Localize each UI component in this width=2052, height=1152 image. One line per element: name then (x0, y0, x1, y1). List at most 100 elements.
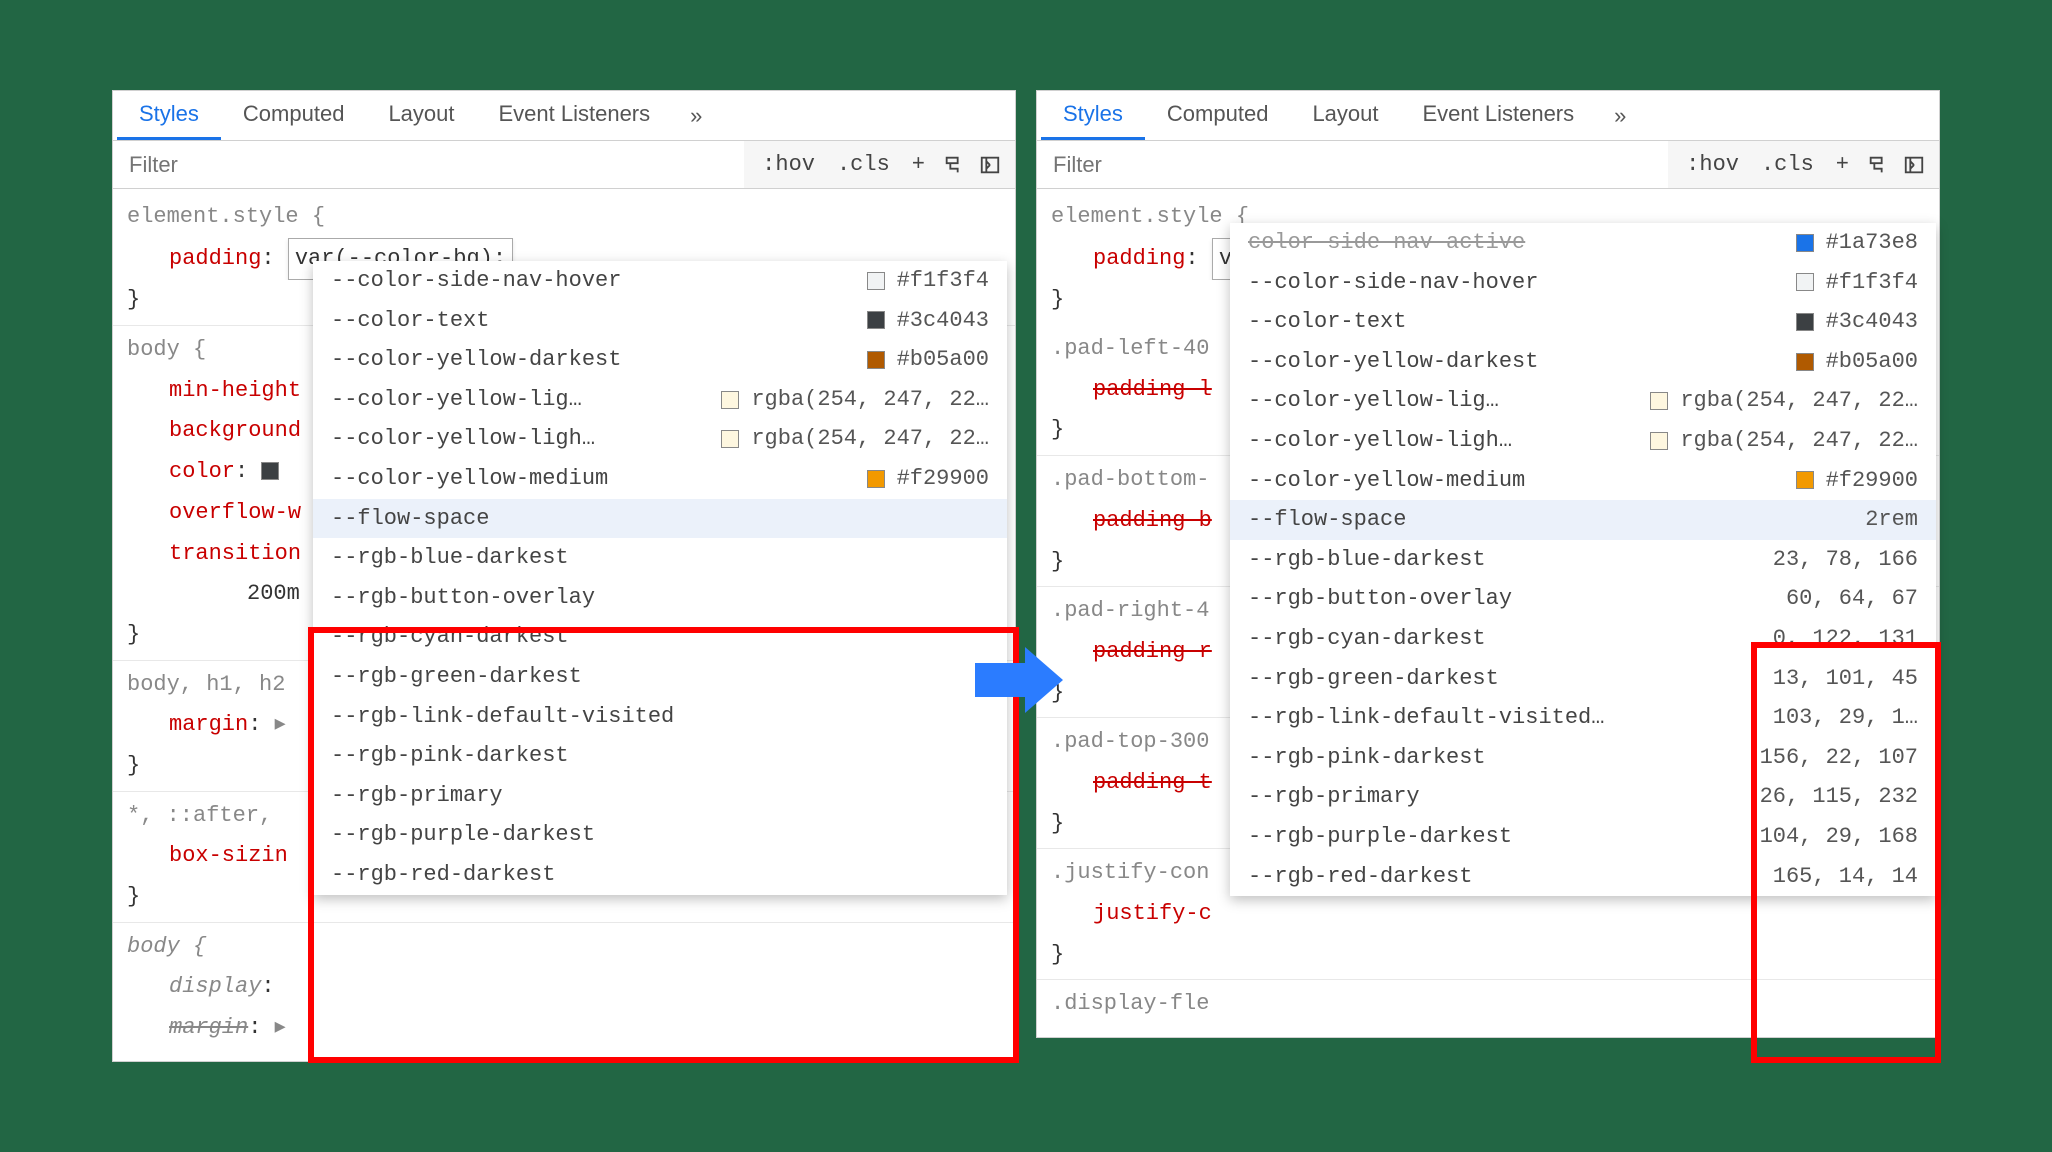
css-property[interactable]: margin (169, 712, 248, 737)
autocomplete-item[interactable]: --color-yellow-darkest#b05a00 (313, 340, 1007, 380)
paint-icon[interactable] (937, 148, 971, 182)
color-swatch (1796, 273, 1814, 291)
css-rule[interactable]: .display-fle (1037, 979, 1939, 1029)
autocomplete-item[interactable]: --rgb-pink-darkest (313, 736, 1007, 776)
toggle-pane-icon[interactable] (1897, 148, 1931, 182)
css-property[interactable]: justify-c (1093, 901, 1212, 926)
tab-styles[interactable]: Styles (117, 91, 221, 140)
autocomplete-popup: color side nav active #1a73e8 --color-si… (1230, 223, 1936, 896)
tabs-overflow-icon[interactable]: » (672, 103, 720, 129)
tab-computed[interactable]: Computed (221, 91, 367, 140)
autocomplete-item[interactable]: --color-yellow-medium#f29900 (1230, 461, 1936, 501)
autocomplete-item[interactable]: --color-yellow-darkest#b05a00 (1230, 342, 1936, 382)
css-property[interactable]: overflow-w (169, 500, 301, 525)
styles-rules-area: element.style { padding: var(--color-bg)… (113, 189, 1015, 1061)
toggle-pane-icon[interactable] (973, 148, 1007, 182)
autocomplete-item[interactable]: --rgb-red-darkest165, 14, 14 (1230, 857, 1936, 897)
css-value-continuation: 200m (247, 581, 300, 606)
autocomplete-item[interactable]: --color-yellow-ligh…rgba(254, 247, 22… (1230, 421, 1936, 461)
autocomplete-item[interactable]: --rgb-pink-darkest156, 22, 107 (1230, 738, 1936, 778)
selector-text: element.style { (1051, 204, 1249, 229)
css-property[interactable]: color (169, 459, 235, 484)
color-swatch (867, 470, 885, 488)
css-property[interactable]: padding-b (1093, 508, 1212, 533)
tab-layout[interactable]: Layout (1290, 91, 1400, 140)
autocomplete-item[interactable]: --rgb-green-darkest (313, 657, 1007, 697)
autocomplete-item[interactable]: --rgb-cyan-darkest (313, 617, 1007, 657)
autocomplete-item[interactable]: --color-yellow-medium#f29900 (313, 459, 1007, 499)
devtools-panel-before: Styles Computed Layout Event Listeners »… (112, 90, 1016, 1062)
styles-rules-area: element.style { padding: var(--color-bg)… (1037, 189, 1939, 1037)
color-swatch (1796, 471, 1814, 489)
arrow-icon (975, 645, 1065, 715)
color-swatch (867, 272, 885, 290)
hov-button[interactable]: :hov (752, 148, 825, 181)
autocomplete-item[interactable]: --color-yellow-lig…rgba(254, 247, 22… (313, 380, 1007, 420)
css-property[interactable]: transition (169, 541, 301, 566)
hov-button[interactable]: :hov (1676, 148, 1749, 181)
color-swatch (721, 430, 739, 448)
tabs-bar: Styles Computed Layout Event Listeners » (113, 91, 1015, 141)
autocomplete-item[interactable]: --color-side-nav-hover#f1f3f4 (1230, 263, 1936, 303)
css-property[interactable]: background (169, 418, 301, 443)
css-property[interactable]: box-sizin (169, 843, 288, 868)
tab-computed[interactable]: Computed (1145, 91, 1291, 140)
autocomplete-item[interactable]: --color-yellow-ligh…rgba(254, 247, 22… (313, 419, 1007, 459)
autocomplete-item[interactable]: --rgb-red-darkest (313, 855, 1007, 895)
autocomplete-item[interactable]: --color-text#3c4043 (1230, 302, 1936, 342)
tab-styles[interactable]: Styles (1041, 91, 1145, 140)
tab-event-listeners[interactable]: Event Listeners (477, 91, 673, 140)
color-swatch[interactable] (261, 462, 279, 480)
css-property[interactable]: margin (169, 1015, 248, 1040)
autocomplete-item[interactable]: --rgb-button-overlay60, 64, 67 (1230, 579, 1936, 619)
selector-text: element.style { (127, 204, 325, 229)
css-property[interactable]: min-height (169, 378, 301, 403)
cls-button[interactable]: .cls (1751, 148, 1824, 181)
filter-input[interactable] (1037, 141, 1668, 188)
autocomplete-item[interactable]: color side nav active #1a73e8 (1230, 223, 1936, 263)
css-property[interactable]: padding-l (1093, 377, 1212, 402)
autocomplete-item[interactable]: --rgb-cyan-darkest0, 122, 131 (1230, 619, 1936, 659)
autocomplete-item[interactable]: --rgb-blue-darkest23, 78, 166 (1230, 540, 1936, 580)
close-brace: } (1051, 935, 1925, 976)
css-property[interactable]: padding-r (1093, 639, 1212, 664)
autocomplete-item[interactable]: --rgb-link-default-visited (313, 697, 1007, 737)
styles-toolbar: :hov .cls + (1037, 141, 1939, 189)
cls-button[interactable]: .cls (827, 148, 900, 181)
autocomplete-item[interactable]: --rgb-green-darkest13, 101, 45 (1230, 659, 1936, 699)
autocomplete-item[interactable]: --rgb-purple-darkest104, 29, 168 (1230, 817, 1936, 857)
color-swatch (721, 391, 739, 409)
color-swatch (1796, 234, 1814, 252)
color-swatch (867, 311, 885, 329)
new-rule-button[interactable]: + (1826, 148, 1859, 181)
autocomplete-item[interactable]: --rgb-blue-darkest (313, 538, 1007, 578)
autocomplete-item[interactable]: --rgb-primary (313, 776, 1007, 816)
paint-icon[interactable] (1861, 148, 1895, 182)
css-rule[interactable]: body { display: margin: ▸ (113, 922, 1015, 1053)
selector-text: body { (127, 927, 1001, 968)
color-swatch (1796, 313, 1814, 331)
autocomplete-item[interactable]: --rgb-primary26, 115, 232 (1230, 777, 1936, 817)
css-property[interactable]: padding (169, 246, 261, 271)
tabs-overflow-icon[interactable]: » (1596, 103, 1644, 129)
styles-toolbar: :hov .cls + (113, 141, 1015, 189)
autocomplete-item[interactable]: --color-yellow-lig…rgba(254, 247, 22… (1230, 381, 1936, 421)
selector-text: .display-fle (1051, 984, 1925, 1025)
autocomplete-item[interactable]: --color-text#3c4043 (313, 301, 1007, 341)
autocomplete-item[interactable]: --rgb-button-overlay (313, 578, 1007, 618)
css-property[interactable]: padding (1093, 246, 1185, 271)
autocomplete-item[interactable]: --flow-space (313, 499, 1007, 539)
tabs-bar: Styles Computed Layout Event Listeners » (1037, 91, 1939, 141)
autocomplete-item[interactable]: --color-side-nav-hover#f1f3f4 (313, 261, 1007, 301)
color-swatch (1650, 432, 1668, 450)
css-property[interactable]: display (169, 974, 261, 999)
autocomplete-item[interactable]: --rgb-link-default-visited…103, 29, 1… (1230, 698, 1936, 738)
css-property[interactable]: padding-t (1093, 770, 1212, 795)
tab-layout[interactable]: Layout (366, 91, 476, 140)
autocomplete-item[interactable]: --rgb-purple-darkest (313, 815, 1007, 855)
tab-event-listeners[interactable]: Event Listeners (1401, 91, 1597, 140)
new-rule-button[interactable]: + (902, 148, 935, 181)
filter-input[interactable] (113, 141, 744, 188)
autocomplete-popup: --color-side-nav-hover#f1f3f4--color-tex… (313, 261, 1007, 895)
autocomplete-item[interactable]: --flow-space2rem (1230, 500, 1936, 540)
